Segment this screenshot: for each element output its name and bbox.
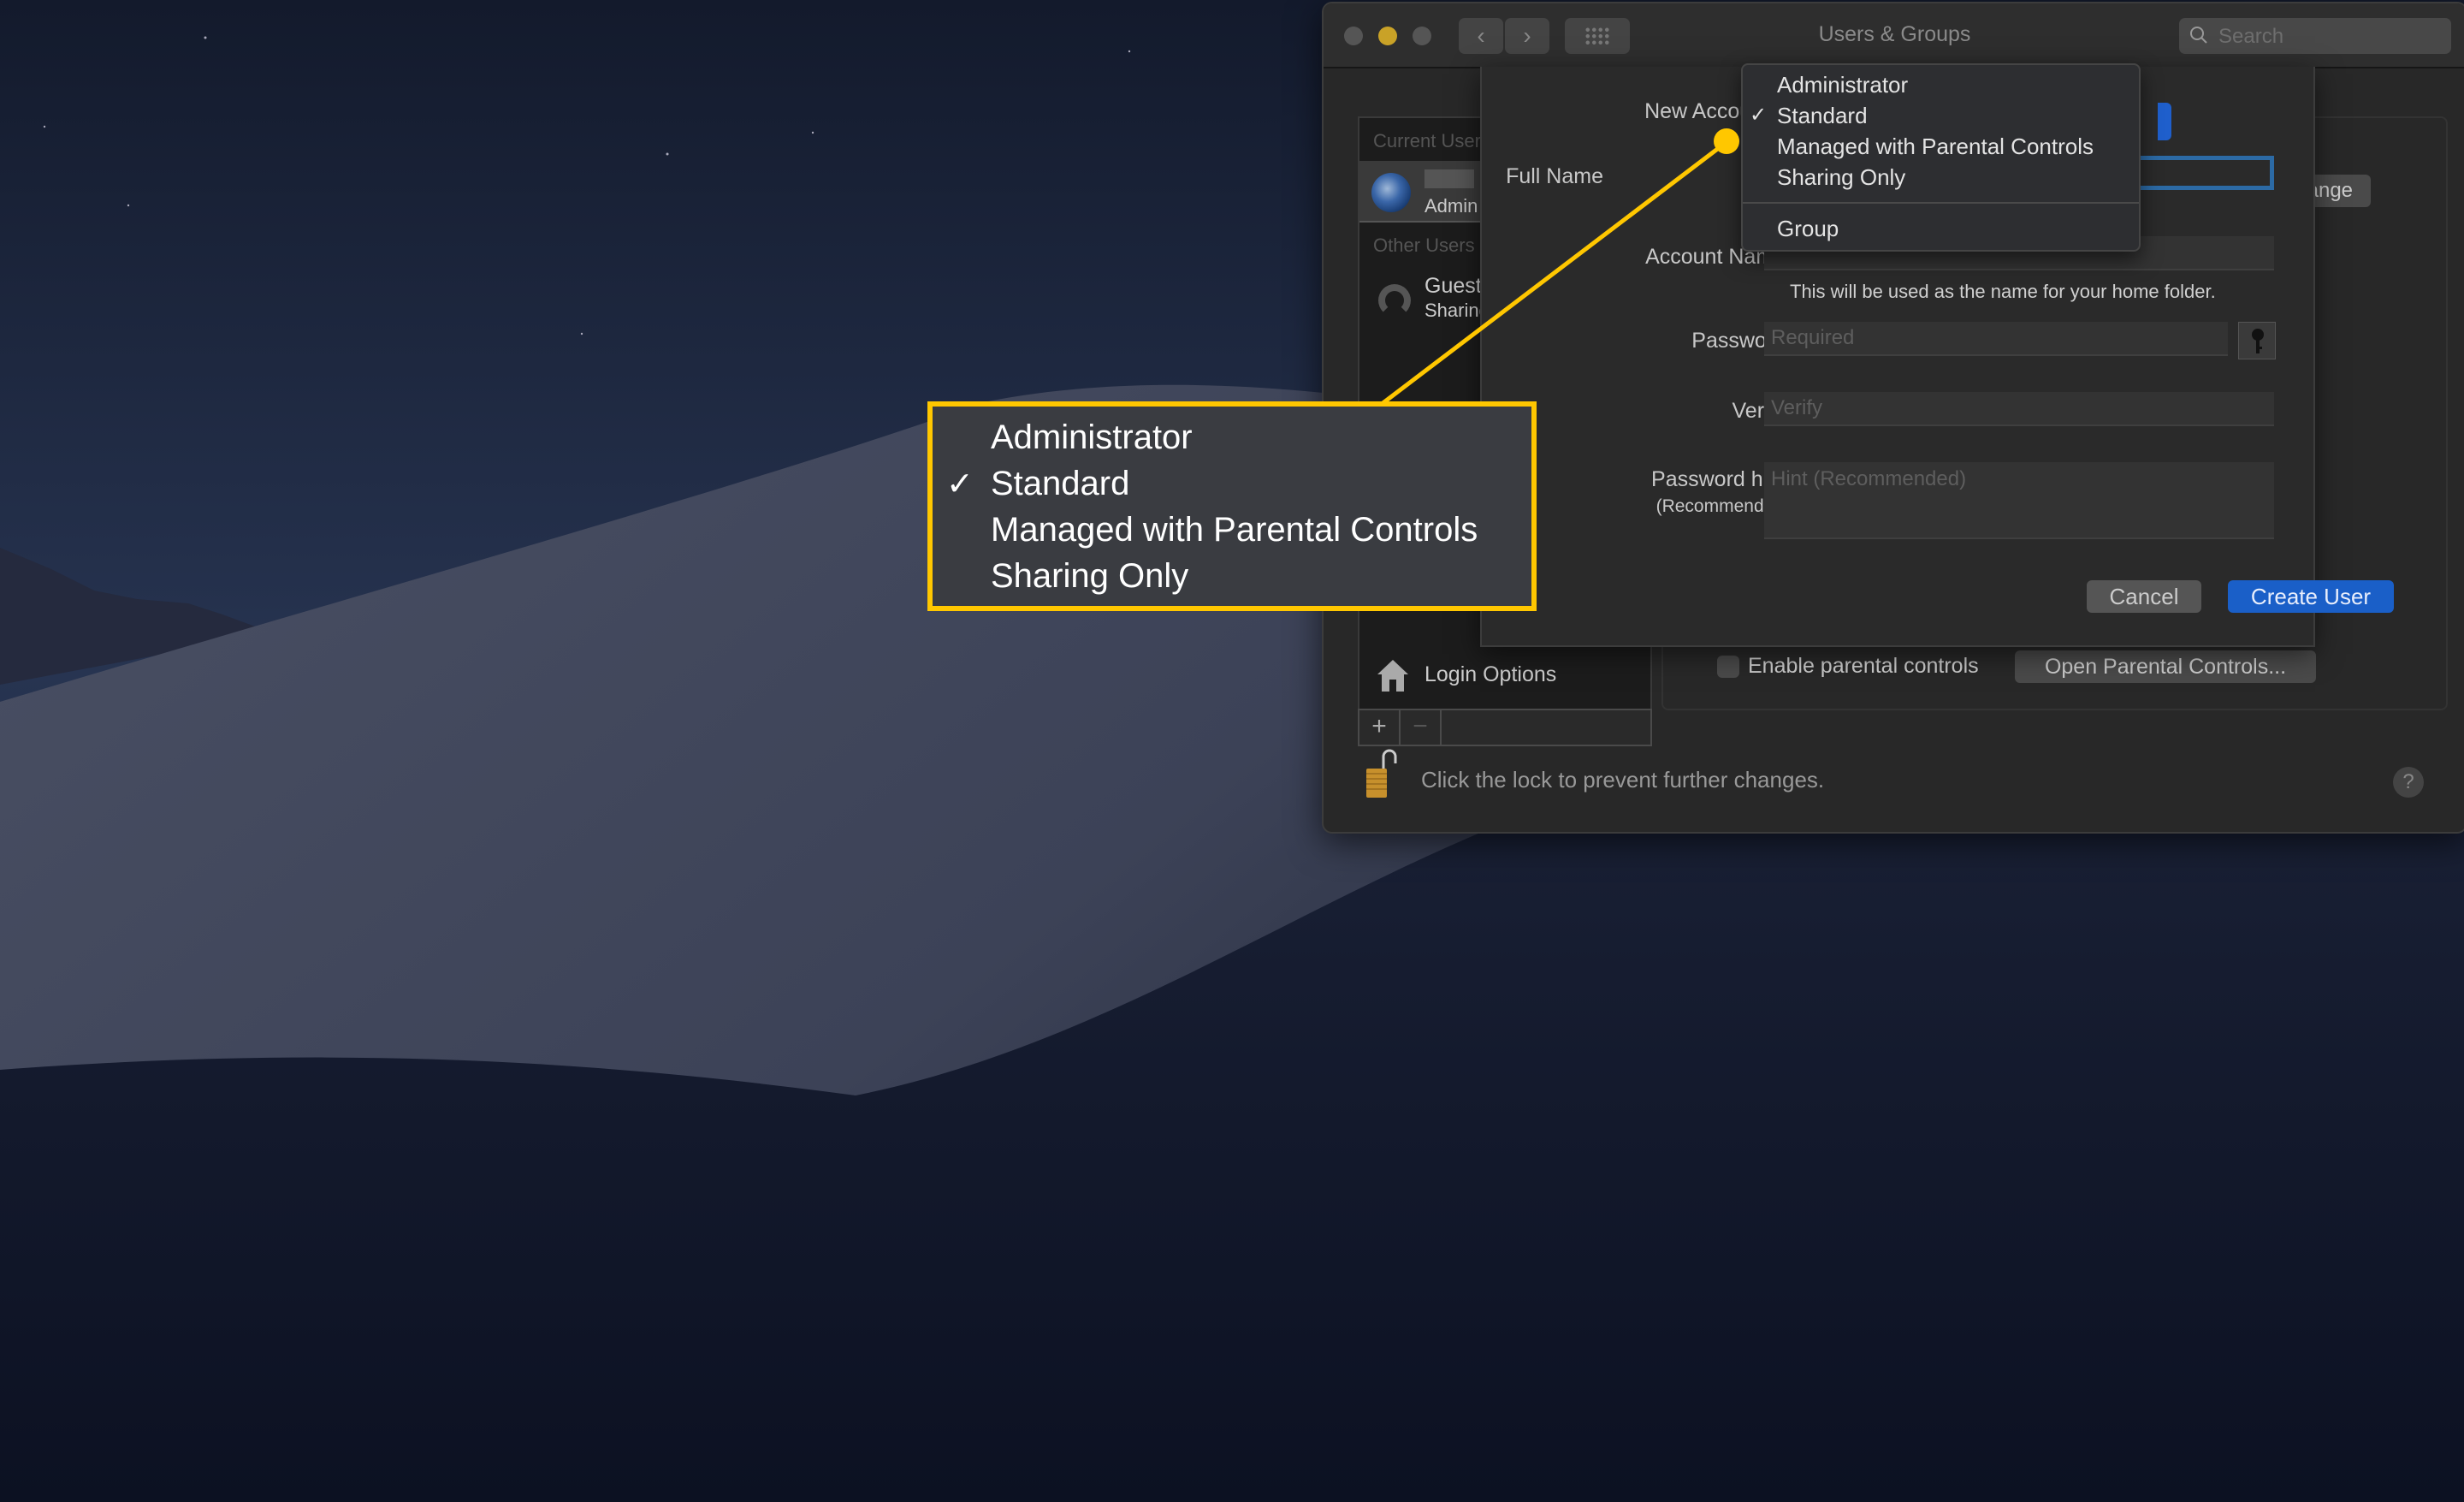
callout-checkmark-icon: ✓: [946, 466, 974, 502]
verify-input[interactable]: [1764, 392, 2274, 426]
menu-item-sharing-only[interactable]: Sharing Only: [1777, 164, 1905, 191]
search-field[interactable]: [2179, 18, 2451, 56]
key-icon: [2252, 329, 2264, 353]
globe-avatar-icon: [1371, 173, 1411, 212]
guest-avatar-icon: [1378, 284, 1411, 317]
enable-parental-controls-checkbox[interactable]: [1717, 656, 1739, 678]
blurred-user-name: [1424, 169, 1474, 188]
menu-item-standard[interactable]: Standard: [1777, 103, 1868, 129]
menu-item-administrator[interactable]: Administrator: [1777, 72, 1908, 98]
magnified-account-type-callout: Administrator ✓ Standard Managed with Pa…: [927, 401, 1537, 611]
callout-item-sharing-only: Sharing Only: [991, 557, 1189, 595]
create-user-button[interactable]: Create User: [2228, 580, 2394, 613]
callout-item-administrator: Administrator: [991, 419, 1193, 456]
plus-icon: +: [1371, 712, 1387, 740]
help-button[interactable]: ?: [2393, 767, 2424, 798]
house-icon: [1377, 660, 1408, 692]
callout-item-standard: Standard: [991, 465, 1130, 502]
cancel-button[interactable]: Cancel: [2087, 580, 2201, 613]
account-type-menu: Administrator ✓ Standard Managed with Pa…: [1741, 63, 2141, 252]
menu-separator: [1743, 202, 2139, 204]
unlocked-padlock-icon[interactable]: [1365, 746, 1399, 799]
login-options-label: Login Options: [1424, 662, 1557, 686]
list-footer: + −: [1358, 709, 1652, 746]
question-mark-icon: ?: [2402, 770, 2414, 793]
search-icon: [2190, 27, 2207, 44]
login-options-row[interactable]: Login Options: [1359, 644, 1650, 709]
open-parental-controls-button[interactable]: Open Parental Controls...: [2015, 650, 2316, 683]
title-bar: ‹ › Users & Groups: [1324, 3, 2464, 68]
callout-item-managed-parental: Managed with Parental Controls: [991, 511, 1478, 549]
search-input[interactable]: [2217, 18, 2443, 56]
password-input[interactable]: [1764, 322, 2228, 356]
password-assistant-button[interactable]: [2238, 322, 2276, 359]
remove-user-button[interactable]: −: [1401, 710, 1442, 745]
menu-item-group[interactable]: Group: [1777, 216, 1839, 242]
password-hint-input[interactable]: [1764, 462, 2274, 539]
current-user-role: Admin: [1424, 195, 1478, 217]
minus-icon: −: [1413, 712, 1428, 740]
checkmark-icon: ✓: [1750, 104, 1768, 127]
enable-parental-controls-label: Enable parental controls: [1748, 654, 1979, 678]
add-user-button[interactable]: +: [1359, 710, 1401, 745]
menu-item-managed-parental[interactable]: Managed with Parental Controls: [1777, 134, 2094, 160]
account-type-popup-button[interactable]: [2158, 103, 2171, 140]
full-name-label: Full Name: [1506, 164, 1603, 188]
lock-status-text: Click the lock to prevent further change…: [1421, 767, 1825, 793]
account-name-help-text: This will be used as the name for your h…: [1790, 281, 2216, 302]
